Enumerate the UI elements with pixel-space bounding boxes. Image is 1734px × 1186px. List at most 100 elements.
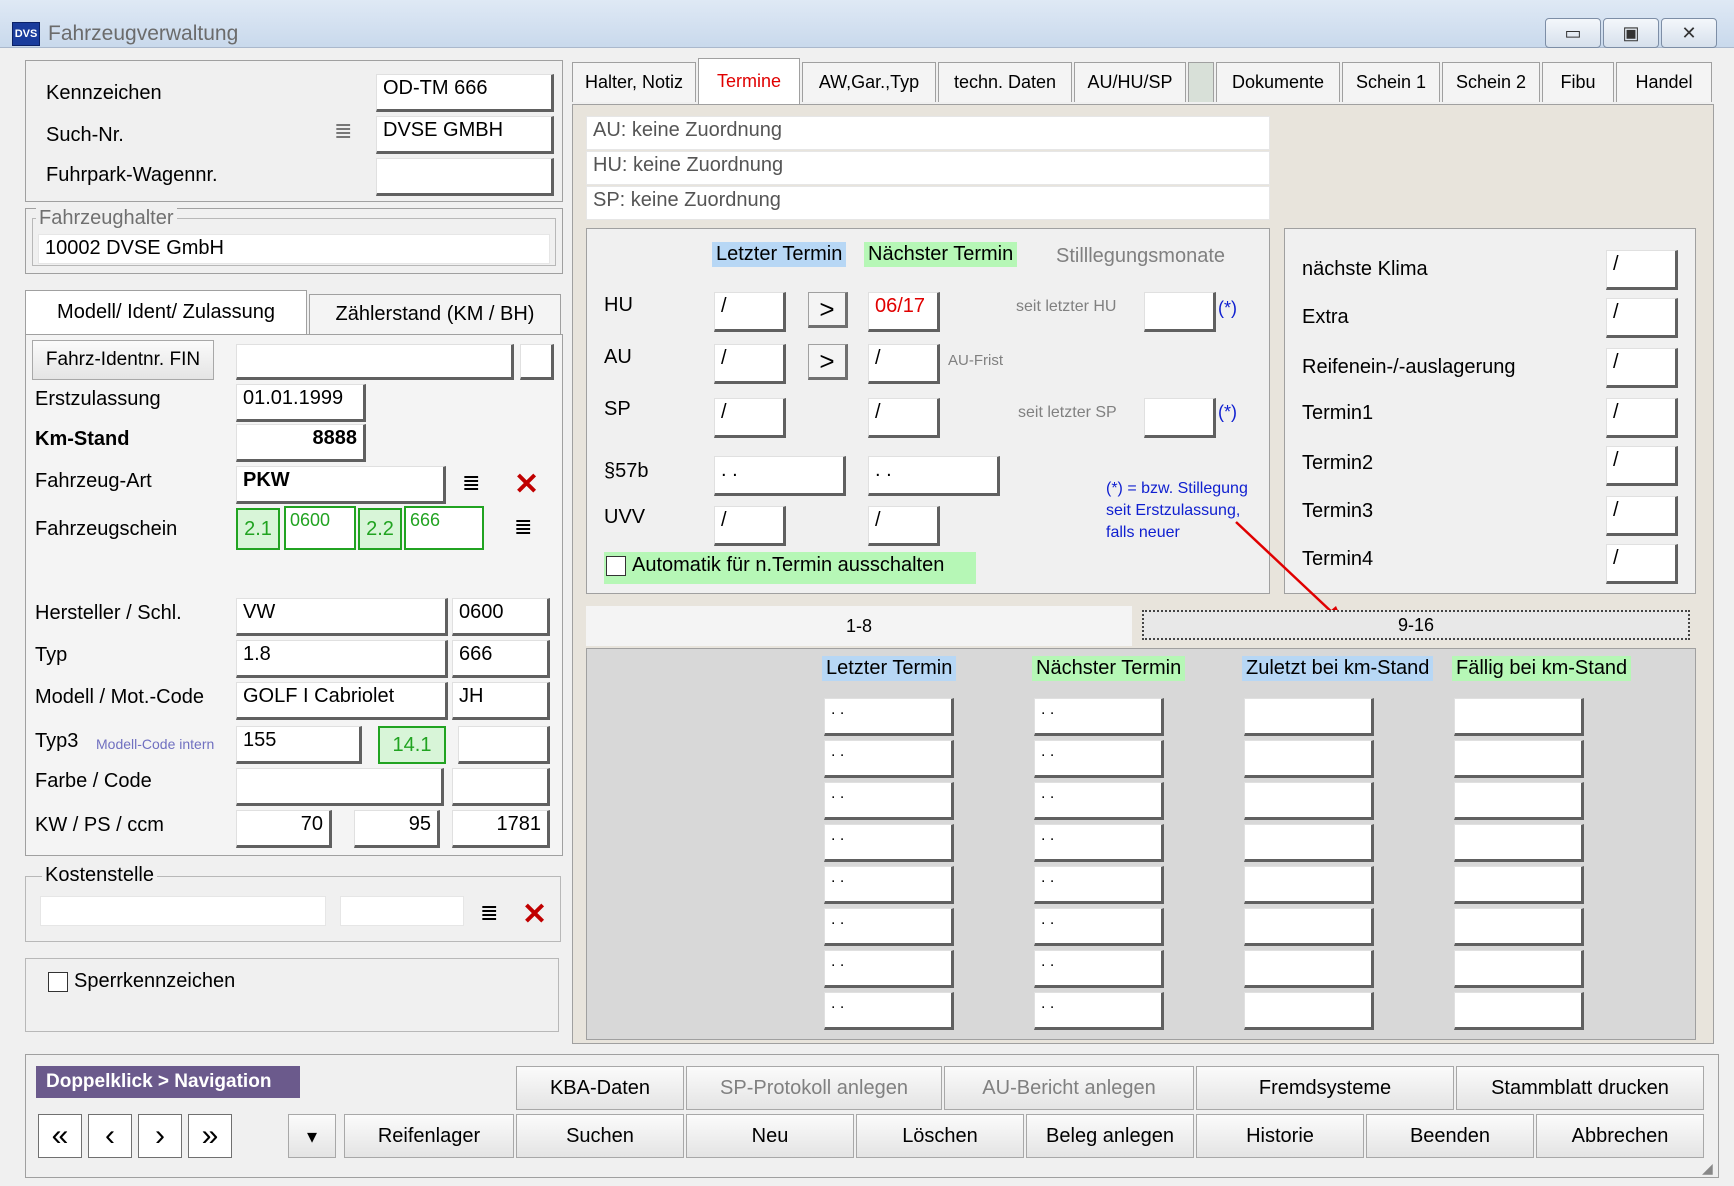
schein-list-icon[interactable]: ≣	[514, 516, 532, 538]
more-dropdown-button[interactable]: ▾	[288, 1114, 336, 1158]
au-last-input[interactable]: /	[714, 344, 786, 384]
grid-naechster-cell[interactable]: . .	[1034, 782, 1164, 820]
tab-fibu[interactable]: Fibu	[1542, 62, 1614, 102]
grid-zuletzt-km-cell[interactable]	[1244, 950, 1374, 988]
grid-faellig-km-cell[interactable]	[1454, 992, 1584, 1030]
tab-9-16[interactable]: 9-16	[1142, 610, 1690, 640]
sp-stilllegung-input[interactable]	[1144, 398, 1216, 438]
first-record-button[interactable]: «	[38, 1114, 82, 1158]
grid-naechster-cell[interactable]: . .	[1034, 698, 1164, 736]
motcode-input[interactable]: JH	[452, 682, 550, 720]
grid-faellig-km-cell[interactable]	[1454, 698, 1584, 736]
suchnr-input[interactable]: DVSE GMBH	[376, 116, 554, 154]
close-button[interactable]: ✕	[1661, 18, 1717, 48]
fin-input[interactable]	[236, 344, 514, 380]
p57b-last-input[interactable]: . .	[714, 456, 846, 496]
grid-letzter-cell[interactable]: . .	[824, 866, 954, 904]
termin3-input[interactable]: /	[1606, 496, 1678, 536]
typ3-input[interactable]: 155	[236, 726, 362, 764]
grid-faellig-km-cell[interactable]	[1454, 740, 1584, 778]
extra-input[interactable]: /	[1606, 298, 1678, 338]
fuhrpark-input[interactable]	[376, 158, 554, 196]
maximize-button[interactable]: ▣	[1603, 18, 1659, 48]
tab-schein-1[interactable]: Schein 1	[1342, 62, 1440, 102]
grid-letzter-cell[interactable]: . .	[824, 698, 954, 736]
grid-zuletzt-km-cell[interactable]	[1244, 866, 1374, 904]
au-transfer-button[interactable]: >	[808, 344, 848, 380]
resize-grip-icon[interactable]: ◢	[1702, 1160, 1713, 1177]
tab-aw-gar-typ[interactable]: AW,Gar.,Typ	[802, 62, 936, 102]
grid-naechster-cell[interactable]: . .	[1034, 950, 1164, 988]
hu-transfer-button[interactable]: >	[808, 292, 848, 328]
grid-naechster-cell[interactable]: . .	[1034, 740, 1164, 778]
grid-zuletzt-km-cell[interactable]	[1244, 908, 1374, 946]
reifen-input[interactable]: /	[1606, 348, 1678, 388]
grid-faellig-km-cell[interactable]	[1454, 950, 1584, 988]
beleg-anlegen-button[interactable]: Beleg anlegen	[1026, 1114, 1194, 1158]
p57b-next-input[interactable]: . .	[868, 456, 1000, 496]
kba-daten-button[interactable]: KBA-Daten	[516, 1066, 684, 1110]
ps-input[interactable]: 95	[354, 810, 440, 848]
ccm-input[interactable]: 1781	[452, 810, 550, 848]
tab-schein-2[interactable]: Schein 2	[1442, 62, 1540, 102]
sperr-checkbox[interactable]	[48, 972, 68, 992]
grid-naechster-cell[interactable]: . .	[1034, 992, 1164, 1030]
sp-protokoll-button[interactable]: SP-Protokoll anlegen	[686, 1066, 942, 1110]
fremdsysteme-button[interactable]: Fremdsysteme	[1196, 1066, 1454, 1110]
suchen-button[interactable]: Suchen	[516, 1114, 684, 1158]
fahrzeugart-input[interactable]: PKW	[236, 466, 446, 504]
fin-button[interactable]: Fahrz-Identnr. FIN	[32, 340, 214, 380]
reifenlager-button[interactable]: Reifenlager	[344, 1114, 514, 1158]
grid-zuletzt-km-cell[interactable]	[1244, 992, 1374, 1030]
farbe-input[interactable]	[236, 768, 444, 806]
kw-input[interactable]: 70	[236, 810, 332, 848]
grid-naechster-cell[interactable]: . .	[1034, 908, 1164, 946]
hu-next-input[interactable]: 06/17	[868, 292, 940, 332]
hersteller-code-input[interactable]: 0600	[452, 598, 550, 636]
grid-letzter-cell[interactable]: . .	[824, 740, 954, 778]
neu-button[interactable]: Neu	[686, 1114, 854, 1158]
grid-naechster-cell[interactable]: . .	[1034, 824, 1164, 862]
tab-halter-notiz[interactable]: Halter, Notiz	[572, 62, 696, 102]
historie-button[interactable]: Historie	[1196, 1114, 1364, 1158]
kostenstelle-input[interactable]	[40, 896, 326, 926]
grid-zuletzt-km-cell[interactable]	[1244, 698, 1374, 736]
grid-naechster-cell[interactable]: . .	[1034, 866, 1164, 904]
tab-techn-daten[interactable]: techn. Daten	[938, 62, 1072, 102]
farbe-code-input[interactable]	[452, 768, 550, 806]
beenden-button[interactable]: Beenden	[1366, 1114, 1534, 1158]
tab-au-hu-sp[interactable]: AU/HU/SP	[1074, 62, 1186, 102]
tab-termine[interactable]: Termine	[698, 58, 800, 104]
halter-input[interactable]: 10002 DVSE GmbH	[38, 234, 550, 264]
minimize-button[interactable]: ▭	[1545, 18, 1601, 48]
grid-letzter-cell[interactable]: . .	[824, 992, 954, 1030]
fin-extra-input[interactable]	[520, 344, 554, 380]
next-record-button[interactable]: ›	[138, 1114, 182, 1158]
hu-stilllegung-input[interactable]	[1144, 292, 1216, 332]
list-icon[interactable]: ≣	[334, 120, 352, 142]
prev-record-button[interactable]: ‹	[88, 1114, 132, 1158]
klima-input[interactable]: /	[1606, 250, 1678, 290]
tab-dokumente[interactable]: Dokumente	[1216, 62, 1340, 102]
schein-21-input[interactable]: 0600	[284, 506, 356, 550]
grid-zuletzt-km-cell[interactable]	[1244, 740, 1374, 778]
termin1-input[interactable]: /	[1606, 398, 1678, 438]
termin2-input[interactable]: /	[1606, 446, 1678, 486]
grid-letzter-cell[interactable]: . .	[824, 782, 954, 820]
au-bericht-button[interactable]: AU-Bericht anlegen	[944, 1066, 1194, 1110]
erstzulassung-input[interactable]: 01.01.1999	[236, 384, 366, 422]
stammblatt-drucken-button[interactable]: Stammblatt drucken	[1456, 1066, 1704, 1110]
kostenstelle-code-input[interactable]	[340, 896, 464, 926]
loeschen-button[interactable]: Löschen	[856, 1114, 1024, 1158]
grid-zuletzt-km-cell[interactable]	[1244, 824, 1374, 862]
automatik-checkbox[interactable]	[606, 556, 626, 576]
tab-zaehlerstand[interactable]: Zählerstand (KM / BH)	[309, 294, 561, 334]
sp-last-input[interactable]: /	[714, 398, 786, 438]
kmstand-input[interactable]: 8888	[236, 424, 366, 462]
uvv-last-input[interactable]: /	[714, 506, 786, 546]
grid-letzter-cell[interactable]: . .	[824, 908, 954, 946]
au-next-input[interactable]: /	[868, 344, 940, 384]
fahrzeugart-clear-icon[interactable]: ✕	[514, 470, 539, 500]
sp-next-input[interactable]: /	[868, 398, 940, 438]
hu-last-input[interactable]: /	[714, 292, 786, 332]
